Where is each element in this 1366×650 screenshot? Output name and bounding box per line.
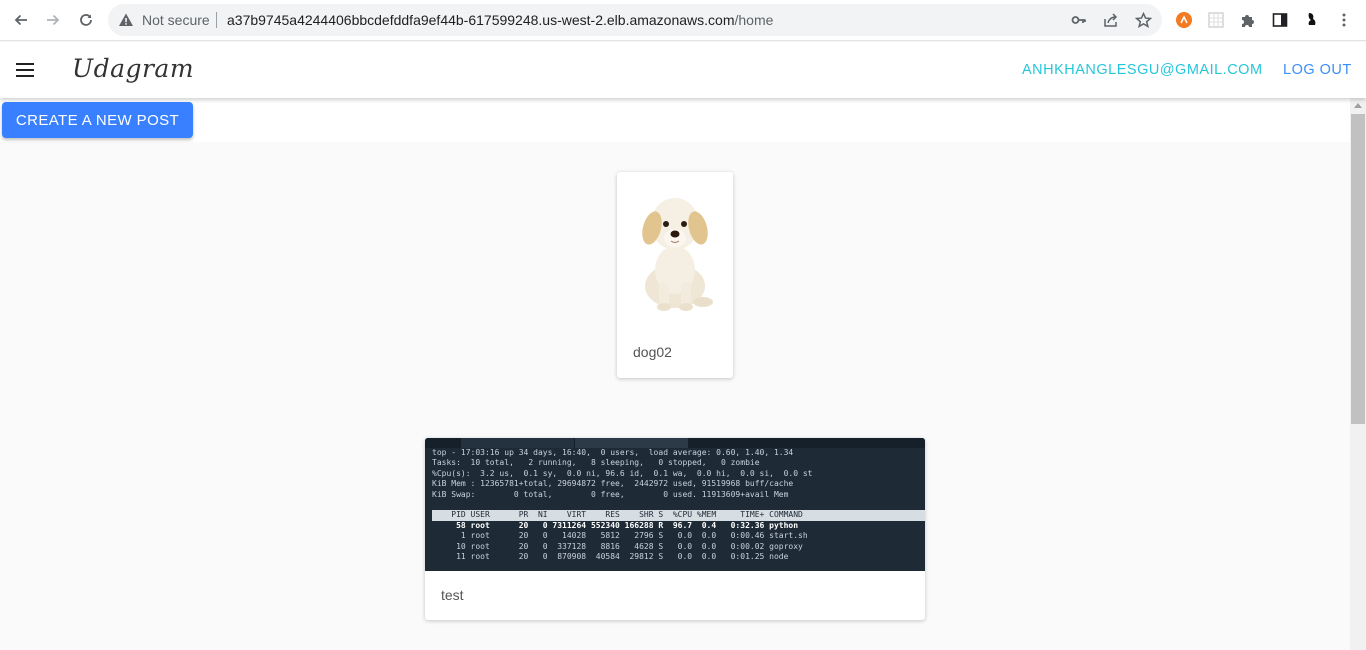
post-image-dog — [642, 198, 713, 311]
star-icon[interactable] — [1134, 11, 1152, 29]
logout-button[interactable]: LOG OUT — [1283, 62, 1352, 78]
extension-orange-icon[interactable] — [1174, 10, 1194, 30]
side-panel-icon[interactable] — [1270, 10, 1290, 30]
arrow-left-icon — [14, 14, 27, 26]
post-caption: dog02 — [633, 344, 672, 360]
post-caption: test — [441, 587, 464, 603]
forward-button[interactable] — [40, 7, 66, 33]
share-icon[interactable] — [1102, 11, 1120, 29]
extension-grid-icon[interactable] — [1206, 10, 1226, 30]
key-icon[interactable] — [1070, 11, 1088, 29]
scrollbar-thumb[interactable] — [1351, 114, 1365, 424]
terminal-process-row: 58 root 20 0 7311264 552340 166288 R 96.… — [432, 520, 799, 530]
terminal-line: KiB Mem : 12365781+total, 29694872 free,… — [432, 479, 794, 489]
terminal-tabs — [425, 438, 925, 448]
action-strip — [0, 98, 1350, 142]
terminal-line: KiB Swap: 0 total, 0 free, 0 used. 11913… — [432, 489, 789, 499]
app-header: Udagram ANHKHANGLESGU@GMAIL.COM LOG OUT — [0, 42, 1366, 98]
post-image-terminal: top - 17:03:16 up 34 days, 16:40, 0 user… — [425, 438, 925, 571]
terminal-process-header: PID USER PR NI VIRT RES SHR S %CPU %MEM … — [432, 510, 925, 521]
url-text[interactable]: a37b9745a4244406bbcdefddfa9ef44b-6175992… — [227, 12, 773, 28]
browser-toolbar: Not secure a37b9745a4244406bbcdefddfa9ef… — [0, 0, 1366, 41]
warning-icon[interactable] — [118, 12, 134, 33]
address-divider — [216, 12, 217, 28]
more-vertical-icon[interactable] — [1334, 10, 1354, 30]
terminal-line: %Cpu(s): 3.2 us, 0.1 sy, 0.0 ni, 96.6 id… — [432, 468, 813, 478]
reload-button[interactable] — [73, 7, 99, 33]
terminal-process-row: 11 root 20 0 870908 40584 29812 S 0.0 0.… — [432, 552, 789, 562]
back-button[interactable] — [8, 7, 34, 33]
terminal-blank — [425, 500, 925, 510]
security-label[interactable]: Not secure — [142, 12, 210, 28]
user-email-link[interactable]: ANHKHANGLESGU@GMAIL.COM — [1022, 62, 1263, 78]
url-host: a37b9745a4244406bbcdefddfa9ef44b-6175992… — [227, 12, 735, 28]
address-bar[interactable]: Not secure a37b9745a4244406bbcdefddfa9ef… — [108, 4, 1162, 36]
app-brand: Udagram — [72, 54, 195, 83]
arrow-right-icon — [47, 14, 60, 26]
feed-item-card[interactable]: top - 17:03:16 up 34 days, 16:40, 0 user… — [425, 438, 925, 620]
terminal-process-row: 1 root 20 0 14028 5812 2796 S 0.0 0.0 0:… — [432, 531, 808, 541]
menu-icon[interactable] — [16, 58, 40, 82]
reload-icon — [80, 14, 92, 26]
terminal-process-row: 10 root 20 0 337128 8816 4628 S 0.0 0.0 … — [432, 541, 803, 551]
create-post-button[interactable]: CREATE A NEW POST — [2, 102, 193, 138]
terminal-line: Tasks: 10 total, 2 running, 8 sleeping, … — [432, 458, 760, 468]
terminal-line: top - 17:03:16 up 34 days, 16:40, 0 user… — [432, 448, 794, 457]
puzzle-icon[interactable] — [1238, 10, 1258, 30]
scroll-up-arrow-icon[interactable] — [1354, 103, 1362, 108]
url-path: /home — [734, 12, 774, 28]
profile-avatar-icon[interactable] — [1302, 10, 1322, 30]
feed-item-card[interactable]: dog02 — [617, 172, 733, 378]
